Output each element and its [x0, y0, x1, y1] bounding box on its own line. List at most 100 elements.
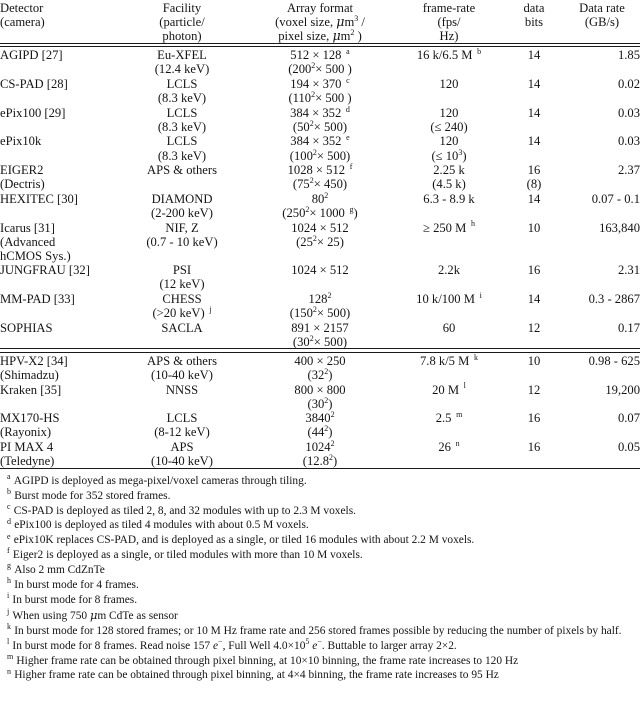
array-line: (2002× 500 ) — [288, 61, 352, 77]
facility-line: (10-40 keV) — [151, 368, 213, 383]
detector-line: (Shimadzu) — [0, 368, 59, 383]
data-bits-line: 14 — [527, 48, 541, 63]
table-row: EIGER2 (Dectris) APS & others 1028 × 512 f(… — [0, 162, 640, 191]
footnote-item: l In burst mode for 8 frames. Read noise … — [0, 637, 640, 654]
facility-line: CHESS — [162, 291, 202, 306]
facility-line: (12 keV) — [159, 277, 205, 292]
cell-array-format: 38402 (442) — [246, 410, 394, 439]
cell-array-format: 1028 × 512 f (752× 450) — [246, 162, 394, 191]
detector-line: (Advanced — [0, 234, 56, 249]
facility-line: (10-40 keV) — [151, 454, 213, 469]
cell-data-bits: 14 — [504, 133, 564, 162]
table-row: ePix100 [29] LCLS (8.3 keV) 384 × 352 d (502… — [0, 105, 640, 134]
data-bits-line: 10 — [527, 353, 541, 368]
table-row: SOPHIAS SACLA 891 × 2157 (302× 500) 60 12 0.17 — [0, 320, 640, 349]
cell-facility: NNSS — [118, 382, 246, 411]
footnote-text: In burst mode for 8 frames. — [12, 593, 138, 606]
cell-detector: SOPHIAS — [0, 320, 118, 349]
cell-detector: MX170-HS (Rayonix) — [0, 410, 118, 439]
array-line: 38402 — [305, 410, 335, 426]
footnote-marker: c — [7, 501, 11, 511]
array-line: 384 × 352 e — [290, 133, 350, 149]
table-row: MM-PAD [33] CHESS (>20 keV) j 1282 (1502× 50… — [0, 291, 640, 320]
facility-line: LCLS — [166, 411, 198, 426]
cell-data-bits: 12 — [504, 382, 564, 411]
facility-line: (12.4 keV) — [154, 62, 210, 77]
data-rate-line: 2.37 — [617, 163, 640, 178]
data-bits-line: 16 — [527, 411, 541, 426]
cell-array-format: 800 × 800 (302) — [246, 382, 394, 411]
table-row: HPV-X2 [34] (Shimadzu) APS & others (10-40 … — [0, 352, 640, 381]
cell-array-format: 802 (2502× 1000 g) — [246, 191, 394, 220]
cell-detector: EIGER2 (Dectris) — [0, 162, 118, 191]
footnote-marker: m — [7, 651, 14, 661]
detector-line: AGIPD [27] — [0, 48, 63, 63]
table-row: CS-PAD [28] LCLS (8.3 keV) 194 × 370 c (1102… — [0, 76, 640, 105]
facility-line: APS & others — [147, 163, 217, 178]
cell-detector: CS-PAD [28] — [0, 76, 118, 105]
cell-facility: LCLS (8.3 keV) — [118, 76, 246, 105]
cell-array-format: 384 × 352 e (1002× 500) — [246, 133, 394, 162]
data-bits-line: 16 — [527, 440, 541, 454]
detector-line: HPV-X2 [34] — [0, 353, 68, 368]
footnote-item: i In burst mode for 8 frames. — [0, 592, 640, 608]
footnote-item: j When using 750 μm CdTe as sensor — [0, 608, 640, 624]
cell-frame-rate: 10 k/100 M i — [394, 291, 504, 320]
cell-frame-rate: 26 n — [394, 439, 504, 468]
cell-data-rate: 0.03 — [564, 133, 640, 162]
header-line: (camera) — [0, 15, 45, 30]
col-header-array-format: Array format (voxel size, μm3 /pixel size… — [246, 0, 394, 43]
data-bits-line: (8) — [526, 177, 542, 192]
footnote-item: c CS-PAD is deployed as tiled 2, 8, and 3… — [0, 501, 640, 519]
data-rate-line: 0.05 — [617, 440, 640, 454]
cell-facility: LCLS (8-12 keV) — [118, 410, 246, 439]
cell-data-bits: 14 — [504, 291, 564, 320]
frame-rate-line: 26 n — [438, 438, 460, 454]
frame-rate-line: 120 — [439, 105, 459, 120]
data-rate-line: 2.31 — [617, 263, 640, 278]
header-line: photon) — [162, 29, 202, 44]
table-figure: Detector (camera) Facility (particle/photo… — [0, 0, 640, 707]
cell-detector: HPV-X2 [34] (Shimadzu) — [0, 352, 118, 383]
frame-rate-line: 2.5 m — [435, 410, 463, 426]
cell-data-bits: 14 — [504, 191, 564, 220]
detector-line: CS-PAD [28] — [0, 77, 68, 92]
header-line: Facility — [162, 1, 202, 15]
detector-line: JUNGFRAU [32] — [0, 263, 90, 278]
frame-rate-line: 120 — [439, 77, 459, 92]
col-header-frame-rate: frame-rate (fps/Hz) — [394, 0, 504, 43]
cell-data-bits: 16 (8) — [504, 162, 564, 191]
frame-rate-line: 120 — [439, 134, 459, 149]
cell-data-bits: 16 — [504, 410, 564, 439]
cell-frame-rate: ≥ 250 M h — [394, 220, 504, 263]
footnote-text: Also 2 mm CdZnTe — [14, 564, 105, 577]
data-rate-line: 0.03 — [617, 134, 640, 149]
array-line: (322) — [307, 366, 333, 383]
data-bits-line: 16 — [527, 263, 541, 278]
cell-data-rate: 0.3 - 2867 — [564, 291, 640, 320]
detector-line: EIGER2 — [0, 163, 44, 178]
footnote-text: AGIPD is deployed as mega-pixel/voxel ca… — [13, 474, 307, 487]
col-header-detector: Detector (camera) — [0, 0, 118, 43]
cell-facility: PSI (12 keV) — [118, 262, 246, 291]
data-rate-line: 0.3 - 2867 — [588, 291, 640, 306]
table-header: Detector (camera) Facility (particle/photo… — [0, 0, 640, 48]
detector-line: hCMOS Sys.) — [0, 248, 71, 263]
table-body: AGIPD [27] Eu-XFEL (12.4 keV) 512 × 128 a (2… — [0, 47, 640, 468]
header-line: pixel size, μm2 ) — [278, 28, 362, 44]
data-bits-line: 12 — [527, 320, 541, 335]
detector-line: MM-PAD [33] — [0, 291, 75, 306]
frame-rate-line: 16 k/6.5 M b — [416, 47, 482, 63]
header-line: Hz) — [439, 29, 459, 44]
detector-line: Kraken [35] — [0, 382, 62, 397]
detector-line: ePix100 [29] — [0, 105, 66, 120]
col-header-data-bits: data bits — [504, 0, 564, 43]
col-header-facility: Facility (particle/photon) — [118, 0, 246, 43]
array-line: (12.82) — [302, 452, 338, 469]
cell-array-format: 1024 × 512 (252× 25) — [246, 220, 394, 263]
detector-line: ePix10k — [0, 134, 42, 149]
footnote-item: n Higher frame rate can be obtained throu… — [0, 667, 640, 683]
detector-line: HEXITEC [30] — [0, 191, 78, 206]
cell-data-rate: 0.05 — [564, 439, 640, 468]
array-line: 1282 — [308, 290, 332, 306]
